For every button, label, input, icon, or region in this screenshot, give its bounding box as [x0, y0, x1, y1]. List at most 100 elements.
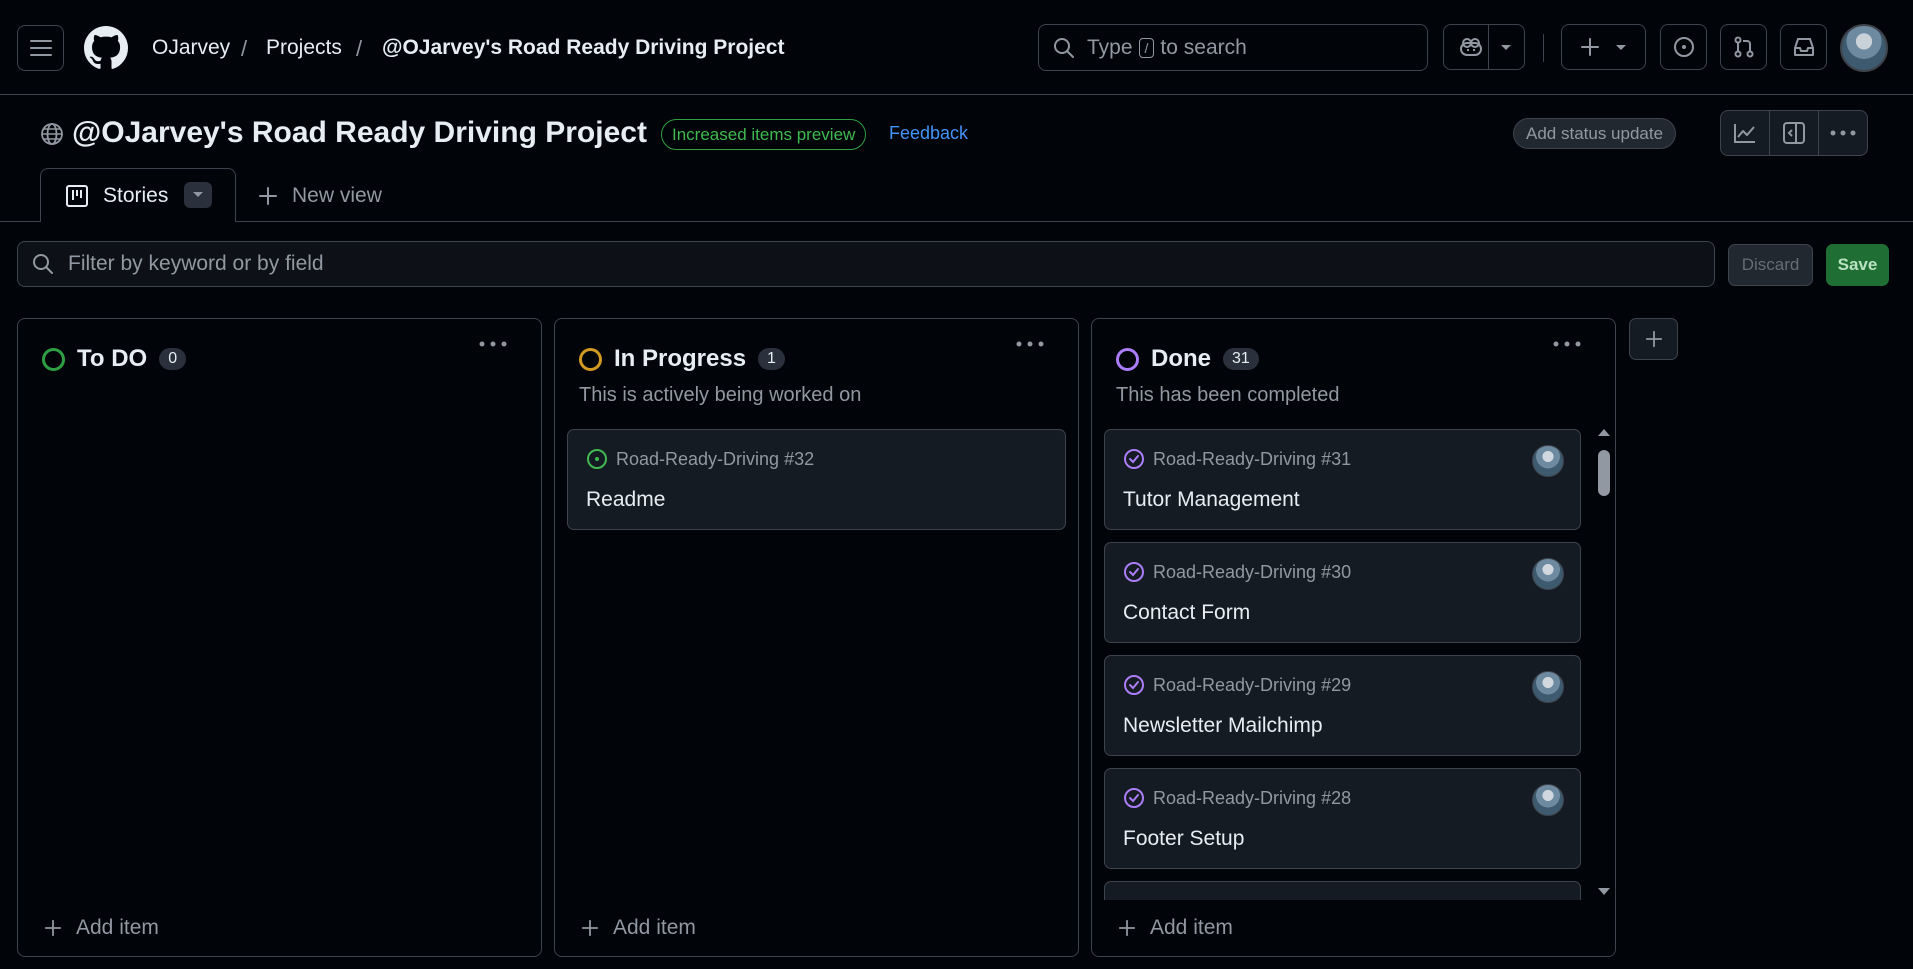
user-avatar[interactable]: [1840, 24, 1888, 72]
column-menu-button[interactable]: [479, 341, 507, 347]
breadcrumb-separator: /: [356, 36, 363, 61]
column-to-do: To DO 0 Add item: [17, 318, 542, 957]
add-item-label: Add item: [76, 916, 159, 939]
side-panel-button[interactable]: [1769, 111, 1818, 155]
triangle-down-icon: [193, 192, 203, 197]
card-reference[interactable]: Road-Ready-Driving #32: [616, 449, 814, 470]
chevron-down-icon: [1501, 45, 1511, 50]
card-title[interactable]: Tutor Management: [1123, 488, 1300, 512]
graph-icon: [1734, 124, 1755, 143]
global-search-input[interactable]: Type / to search: [1038, 24, 1428, 71]
search-suffix: to search: [1160, 35, 1247, 59]
globe-icon: [40, 122, 64, 146]
hamburger-icon: [29, 40, 52, 56]
column-scrollbar[interactable]: [1594, 424, 1614, 900]
pull-request-icon: [1734, 36, 1753, 58]
insights-button[interactable]: [1721, 111, 1769, 155]
column-header: Done 31: [1116, 345, 1259, 373]
issue-card[interactable]: Road-Ready-Driving #31 Tutor Management: [1104, 429, 1581, 530]
issue-closed-icon: [1124, 675, 1144, 695]
github-logo-icon[interactable]: [84, 26, 128, 70]
add-item-button[interactable]: Add item: [44, 916, 159, 940]
plus-icon: [581, 919, 599, 937]
project-title: @OJarvey's Road Ready Driving Project: [72, 116, 647, 149]
pull-requests-button[interactable]: [1720, 24, 1767, 70]
card-meta: Road-Ready-Driving #32: [586, 448, 814, 470]
add-item-label: Add item: [1150, 916, 1233, 939]
card-title[interactable]: Newsletter Mailchimp: [1123, 714, 1323, 738]
tabs-divider: [0, 221, 1913, 222]
menu-button[interactable]: [17, 25, 64, 71]
search-shortcut-key: /: [1138, 37, 1155, 58]
filter-placeholder: Filter by keyword or by field: [68, 252, 324, 275]
issues-button[interactable]: [1660, 24, 1707, 70]
project-actions-group: [1720, 110, 1868, 156]
card-meta: Road-Ready-Driving #29: [1123, 674, 1351, 696]
sidebar-expand-icon: [1783, 122, 1805, 144]
save-button[interactable]: Save: [1826, 244, 1889, 286]
card-title[interactable]: Footer Setup: [1123, 827, 1244, 851]
kebab-horizontal-icon: [1553, 341, 1581, 347]
add-item-label: Add item: [613, 916, 696, 939]
issue-closed-icon: [1124, 449, 1144, 469]
column-header: In Progress 1: [579, 345, 785, 373]
copilot-icon: [1460, 38, 1482, 56]
search-icon: [33, 254, 53, 274]
plus-icon: [259, 187, 277, 205]
copilot-button[interactable]: [1443, 24, 1525, 70]
card-reference[interactable]: Road-Ready-Driving #28: [1153, 788, 1351, 809]
issue-card[interactable]: Road-Ready-Driving #29 Newsletter Mailch…: [1104, 655, 1581, 756]
card-title[interactable]: Readme: [586, 488, 665, 512]
column-menu-button[interactable]: [1553, 341, 1581, 347]
column-done: Done 31 This has been completed Road-Rea…: [1091, 318, 1616, 957]
more-options-button[interactable]: [1818, 111, 1867, 155]
column-description: This is actively being worked on: [579, 384, 862, 406]
add-status-update-button[interactable]: Add status update: [1513, 118, 1677, 149]
breadcrumb-project[interactable]: @OJarvey's Road Ready Driving Project: [382, 36, 784, 60]
card-reference[interactable]: Road-Ready-Driving #30: [1153, 562, 1351, 583]
column-title: Done: [1151, 345, 1211, 372]
inbox-button[interactable]: [1780, 24, 1827, 70]
create-new-button[interactable]: [1561, 24, 1646, 70]
status-circle-icon: [42, 347, 65, 371]
card-meta: Road-Ready-Driving #30: [1123, 561, 1351, 583]
column-count: 0: [159, 348, 187, 370]
global-header: OJarvey / Projects / @OJarvey's Road Rea…: [0, 0, 1913, 95]
assignee-avatar[interactable]: [1532, 784, 1564, 816]
inbox-icon: [1793, 38, 1814, 56]
breadcrumb-owner[interactable]: OJarvey: [152, 36, 230, 60]
add-item-button[interactable]: Add item: [581, 916, 696, 940]
kebab-horizontal-icon: [1016, 341, 1044, 347]
new-view-button[interactable]: New view: [258, 184, 382, 208]
card-reference[interactable]: Road-Ready-Driving #29: [1153, 675, 1351, 696]
assignee-avatar[interactable]: [1532, 558, 1564, 590]
issue-closed-icon: [1124, 788, 1144, 808]
column-in-progress: In Progress 1 This is actively being wor…: [554, 318, 1079, 957]
chevron-down-icon: [1615, 45, 1626, 50]
discard-button[interactable]: Discard: [1728, 244, 1813, 286]
column-header: To DO 0: [42, 345, 187, 373]
add-column-button[interactable]: [1629, 318, 1678, 360]
card-meta: Road-Ready-Driving #28: [1123, 787, 1351, 809]
assignee-avatar[interactable]: [1532, 445, 1564, 477]
filter-input[interactable]: Filter by keyword or by field: [17, 241, 1715, 287]
new-view-label: New view: [292, 184, 382, 207]
card-title[interactable]: Contact Form: [1123, 601, 1250, 625]
issue-closed-icon: [1124, 562, 1144, 582]
search-icon: [1054, 37, 1074, 58]
issue-card[interactable]: Road-Ready-Driving #32 Readme: [567, 429, 1066, 530]
issue-card[interactable]: Road-Ready-Driving #28 Footer Setup: [1104, 768, 1581, 869]
view-options-button[interactable]: [184, 182, 212, 208]
column-count: 31: [1223, 348, 1259, 370]
column-title: In Progress: [614, 345, 747, 372]
breadcrumb-projects[interactable]: Projects: [266, 36, 342, 60]
add-item-button[interactable]: Add item: [1118, 916, 1233, 940]
search-prefix: Type: [1087, 35, 1133, 59]
feedback-link[interactable]: Feedback: [889, 123, 968, 144]
column-menu-button[interactable]: [1016, 341, 1044, 347]
card-reference[interactable]: Road-Ready-Driving #31: [1153, 449, 1351, 470]
issue-card[interactable]: Road-Ready-Driving #30 Contact Form: [1104, 542, 1581, 643]
plus-icon: [1580, 38, 1599, 56]
assignee-avatar[interactable]: [1532, 671, 1564, 703]
scrollbar-thumb[interactable]: [1598, 450, 1610, 496]
